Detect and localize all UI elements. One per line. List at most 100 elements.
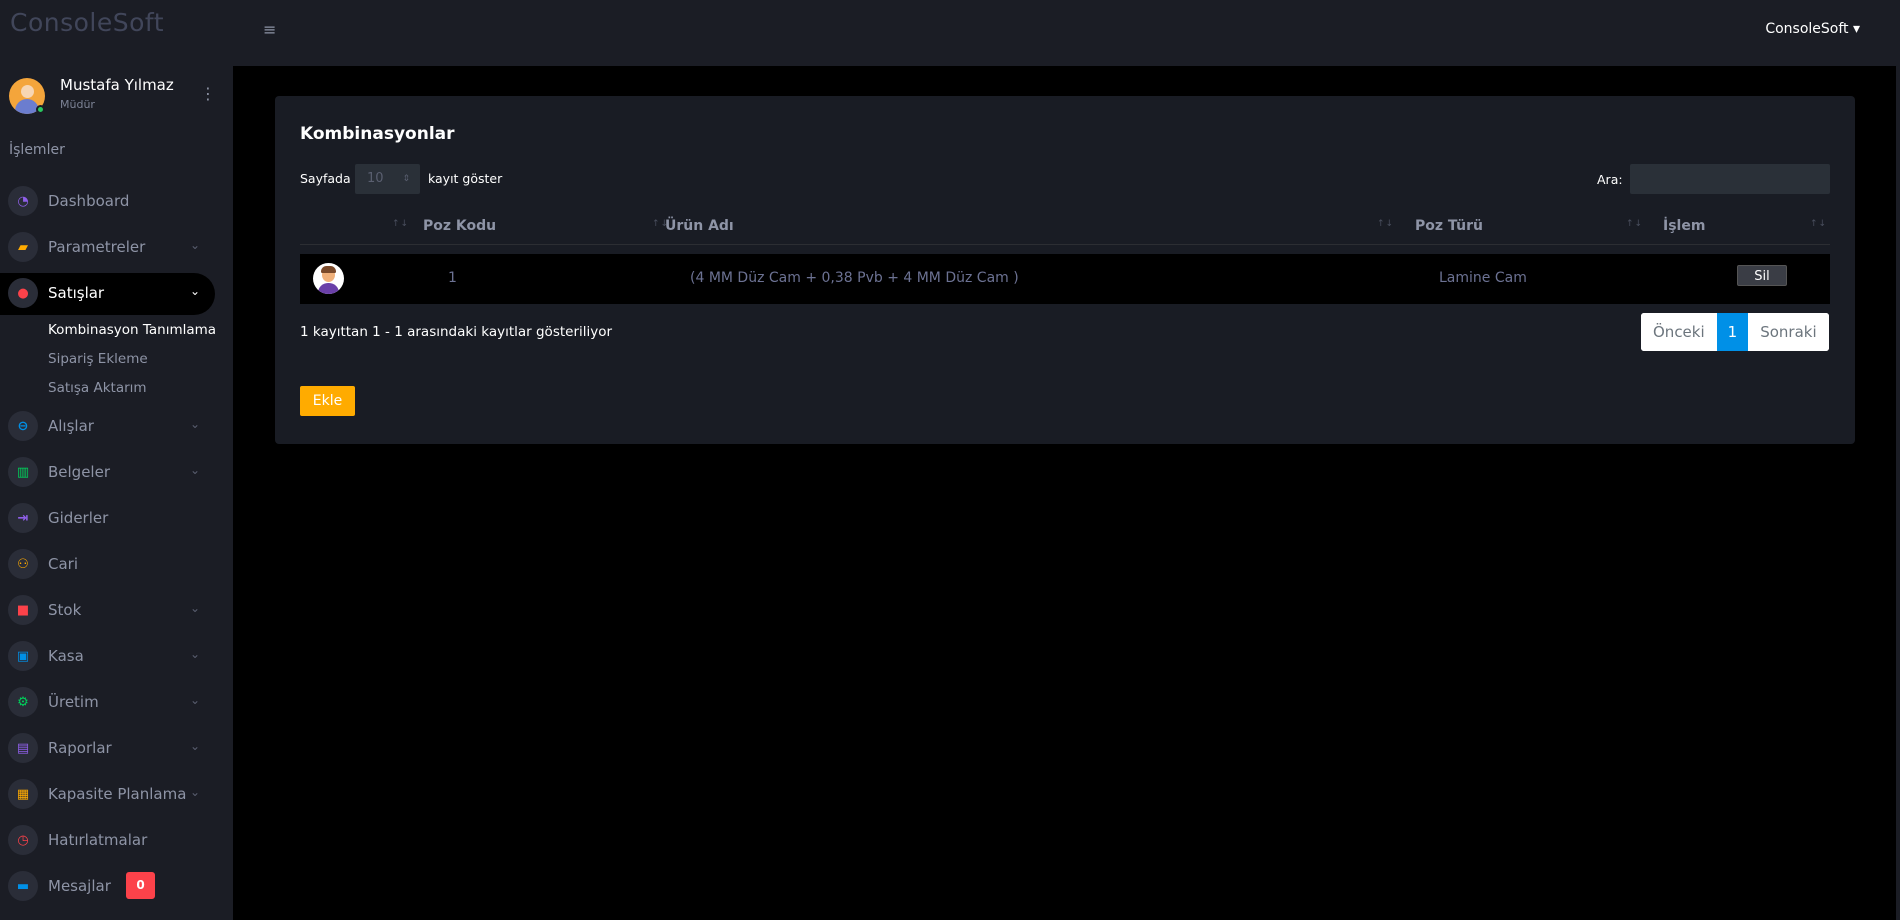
sidebar-subitem-label: Satışa Aktarım <box>48 380 147 396</box>
purchases-icon: ⊖ <box>8 411 38 441</box>
sidebar-item-label: Stok <box>48 601 82 619</box>
production-icon: ⚙ <box>8 687 38 717</box>
brand-logo[interactable]: ConsoleSoft <box>10 8 164 37</box>
sidebar-item-giderler[interactable]: ⇥ Giderler <box>0 495 233 541</box>
table-info: 1 kayıttan 1 - 1 arasındaki kayıtlar gös… <box>300 324 613 340</box>
sidebar: ConsoleSoft Mustafa Yılmaz Müdür ⋮ İşlem… <box>0 0 233 920</box>
sidebar-item-raporlar[interactable]: ▤ Raporlar ⌄ <box>0 725 233 771</box>
column-header-poz-turu[interactable]: Poz Türü <box>1415 218 1483 234</box>
sidebar-subitem-siparis-ekleme[interactable]: Sipariş Ekleme <box>0 345 233 374</box>
sidebar-item-kasa[interactable]: ▣ Kasa ⌄ <box>0 633 233 679</box>
sidebar-item-label: Cari <box>48 555 78 573</box>
combinations-card: Kombinasyonlar Sayfada 10 ⇕ kayıt göster… <box>275 96 1855 444</box>
pagination: Önceki 1 Sonraki <box>1641 313 1829 351</box>
sort-icon[interactable]: ↑↓ <box>1377 219 1394 229</box>
hamburger-menu-icon[interactable]: ≡ <box>263 20 276 39</box>
sidebar-item-satislar[interactable]: ● Satışlar ⌄ <box>0 270 233 316</box>
sidebar-item-label: Belgeler <box>48 463 110 481</box>
page-length-select[interactable]: 10 ⇕ <box>355 164 420 194</box>
pagination-next[interactable]: Sonraki <box>1748 313 1829 351</box>
kebab-menu-icon[interactable]: ⋮ <box>200 84 216 104</box>
sidebar-item-label: Giderler <box>48 509 109 527</box>
sidebar-item-label: Mesajlar <box>48 877 111 895</box>
page-length-label: Sayfada <box>300 171 351 186</box>
online-status-indicator <box>9 78 45 114</box>
user-profile[interactable]: Mustafa Yılmaz Müdür ⋮ <box>0 70 233 122</box>
dashboard-gauge-icon: ◔ <box>8 186 38 216</box>
sidebar-item-kapasite-planlama[interactable]: ▦ Kapasite Planlama ⌄ <box>0 771 233 817</box>
reminder-icon: ◷ <box>8 825 38 855</box>
sidebar-subitem-label: Sipariş Ekleme <box>48 351 148 367</box>
sidebar-item-alislar[interactable]: ⊖ Alışlar ⌄ <box>0 403 233 449</box>
reports-icon: ▤ <box>8 733 38 763</box>
sidebar-item-hatirlatmalar[interactable]: ◷ Hatırlatmalar <box>0 817 233 863</box>
sidebar-subitem-kombinasyon-tanimlama[interactable]: Kombinasyon Tanımlama <box>0 316 233 345</box>
sidebar-subitem-satisa-aktarim[interactable]: Satışa Aktarım <box>0 374 233 403</box>
page-title: Kombinasyonlar <box>300 124 455 144</box>
search-input[interactable] <box>1630 164 1830 194</box>
top-navbar: ≡ ConsoleSoft ▾ <box>233 0 1900 66</box>
page-scrollbar[interactable] <box>1896 0 1900 920</box>
search-label: Ara: <box>1597 172 1623 187</box>
row-avatar <box>313 263 344 294</box>
chevron-down-icon: ⌄ <box>190 647 201 661</box>
sidebar-item-belgeler[interactable]: ▥ Belgeler ⌄ <box>0 449 233 495</box>
clipboard-icon: ▦ <box>8 779 38 809</box>
page-length-suffix: kayıt göster <box>428 171 503 186</box>
documents-book-icon: ▥ <box>8 457 38 487</box>
chevron-down-icon: ⌄ <box>190 417 201 431</box>
sort-asc-icon[interactable]: ↑↓ <box>392 219 409 229</box>
sidebar-item-uretim[interactable]: ⚙ Üretim ⌄ <box>0 679 233 725</box>
sidebar-item-cari[interactable]: ⚇ Cari <box>0 541 233 587</box>
chevron-down-icon: ⌄ <box>190 601 201 615</box>
sidebar-item-label: Hatırlatmalar <box>48 831 148 849</box>
delete-button[interactable]: Sil <box>1737 265 1787 286</box>
sort-icon[interactable]: ↑↓ <box>1810 219 1827 229</box>
sidebar-item-label: Kapasite Planlama <box>48 785 187 803</box>
messages-count-badge: 0 <box>126 872 155 899</box>
chevron-down-icon: ⌄ <box>190 739 201 753</box>
user-role: Müdür <box>60 98 95 111</box>
page-length-value: 10 <box>367 171 384 186</box>
cell-poz-kodu: 1 <box>448 270 457 286</box>
sales-icon: ● <box>8 278 38 308</box>
expenses-arrow-icon: ⇥ <box>8 503 38 533</box>
sidebar-item-parametreler[interactable]: ▰ Parametreler ⌄ <box>0 224 233 270</box>
sidebar-item-stok[interactable]: ■ Stok ⌄ <box>0 587 233 633</box>
column-header-poz-kodu[interactable]: Poz Kodu <box>423 218 496 234</box>
cell-urun-adi: (4 MM Düz Cam + 0,38 Pvb + 4 MM Düz Cam … <box>690 270 1019 286</box>
sidebar-menu: ◔ Dashboard ▰ Parametreler ⌄ ● Satışlar … <box>0 178 233 909</box>
sidebar-item-label: Kasa <box>48 647 84 665</box>
sidebar-item-label: Satışlar <box>48 284 105 302</box>
sidebar-item-label: Raporlar <box>48 739 112 757</box>
cashbox-icon: ▣ <box>8 641 38 671</box>
add-button[interactable]: Ekle <box>300 386 355 416</box>
sidebar-subitem-label: Kombinasyon Tanımlama <box>48 322 217 338</box>
cell-poz-turu: Lamine Cam <box>1439 270 1527 286</box>
sidebar-item-dashboard[interactable]: ◔ Dashboard <box>0 178 233 224</box>
chevron-down-icon: ⌄ <box>190 284 201 298</box>
sidebar-item-label: Dashboard <box>48 192 130 210</box>
layers-icon: ▰ <box>8 232 38 262</box>
sort-icon[interactable]: ↑↓ <box>1626 219 1643 229</box>
sidebar-item-label: Üretim <box>48 693 99 711</box>
chevron-down-icon: ⌄ <box>190 785 201 799</box>
user-name: Mustafa Yılmaz <box>60 76 174 94</box>
select-arrows-icon: ⇕ <box>402 174 410 184</box>
pagination-page-1[interactable]: 1 <box>1716 313 1749 351</box>
sidebar-item-label: Parametreler <box>48 238 146 256</box>
messages-icon: ▬ <box>8 871 38 901</box>
sidebar-item-mesajlar[interactable]: ▬ Mesajlar 0 <box>0 863 233 909</box>
table-row: 1 (4 MM Düz Cam + 0,38 Pvb + 4 MM Düz Ca… <box>300 254 1830 304</box>
sidebar-section-title: İşlemler <box>9 142 65 158</box>
column-header-islem[interactable]: İşlem <box>1663 218 1705 234</box>
account-dropdown[interactable]: ConsoleSoft ▾ <box>1765 21 1860 37</box>
chevron-down-icon: ⌄ <box>190 238 201 252</box>
sidebar-item-label: Alışlar <box>48 417 94 435</box>
chevron-down-icon: ⌄ <box>190 463 201 477</box>
chevron-down-icon: ⌄ <box>190 693 201 707</box>
column-header-urun-adi[interactable]: Ürün Adı <box>665 218 734 234</box>
pagination-previous[interactable]: Önceki <box>1641 313 1717 351</box>
table-header: ↑↓ Poz Kodu ↑↓ Ürün Adı ↑↓ Poz Türü ↑↓ İ… <box>300 206 1830 245</box>
accounts-people-icon: ⚇ <box>8 549 38 579</box>
